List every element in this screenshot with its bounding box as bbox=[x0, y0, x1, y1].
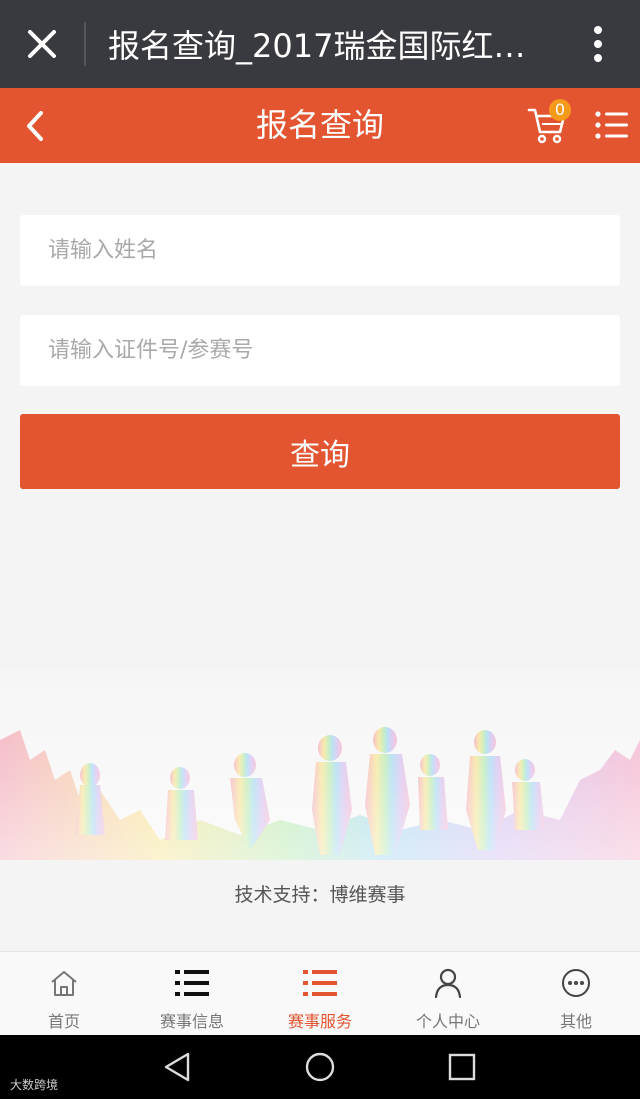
user-icon bbox=[430, 966, 466, 1000]
system-nav-bar bbox=[0, 1035, 640, 1099]
chevron-left-icon bbox=[27, 110, 43, 141]
watermark-text: 大数跨境 bbox=[10, 1078, 59, 1092]
runners-banner-image bbox=[0, 670, 640, 860]
system-home-button[interactable] bbox=[288, 1035, 352, 1099]
list-icon bbox=[174, 966, 210, 1000]
tab-label: 首页 bbox=[47, 1012, 80, 1031]
tab-label: 赛事信息 bbox=[159, 1012, 224, 1031]
tab-event-info[interactable]: 赛事信息 bbox=[128, 952, 256, 1036]
browser-top-bar: 报名查询_2017瑞金国际红色… bbox=[0, 0, 640, 88]
circle-home-icon bbox=[305, 1052, 335, 1082]
list-icon bbox=[302, 966, 338, 1000]
more-vertical-icon bbox=[594, 26, 602, 62]
tab-label: 其他 bbox=[559, 1012, 592, 1031]
tab-personal-center[interactable]: 个人中心 bbox=[384, 952, 512, 1036]
square-recents-icon bbox=[448, 1053, 476, 1081]
page-title: 报名查询_2017瑞金国际红色… bbox=[108, 27, 556, 65]
cart-count-badge: 0 bbox=[549, 99, 571, 121]
tab-label: 赛事服务 bbox=[287, 1012, 352, 1031]
query-form: 查询 bbox=[20, 215, 620, 489]
system-back-button[interactable] bbox=[145, 1035, 209, 1099]
tab-other[interactable]: 其他 bbox=[512, 952, 640, 1036]
tab-event-service[interactable]: 赛事服务 bbox=[256, 952, 384, 1036]
close-icon bbox=[28, 30, 56, 58]
home-icon bbox=[46, 966, 82, 1000]
bottom-tab-bar: 首页 赛事信息 赛事服务 个人中心 其他 bbox=[0, 951, 640, 1035]
name-input[interactable] bbox=[20, 215, 620, 286]
menu-button[interactable] bbox=[588, 98, 636, 152]
system-recents-button[interactable] bbox=[430, 1035, 494, 1099]
back-button[interactable] bbox=[10, 88, 60, 163]
query-button[interactable]: 查询 bbox=[20, 414, 620, 489]
menu-list-icon bbox=[595, 111, 628, 139]
close-button[interactable] bbox=[0, 0, 84, 88]
more-circle-icon bbox=[558, 966, 594, 1000]
tech-support-text: 技术支持：博维赛事 bbox=[234, 884, 406, 906]
app-header: 报名查询 bbox=[0, 88, 640, 163]
triangle-back-icon bbox=[164, 1052, 190, 1082]
more-button[interactable] bbox=[556, 0, 640, 88]
tab-home[interactable]: 首页 bbox=[0, 952, 128, 1036]
id-number-input[interactable] bbox=[20, 315, 620, 386]
tab-label: 个人中心 bbox=[415, 1012, 480, 1031]
